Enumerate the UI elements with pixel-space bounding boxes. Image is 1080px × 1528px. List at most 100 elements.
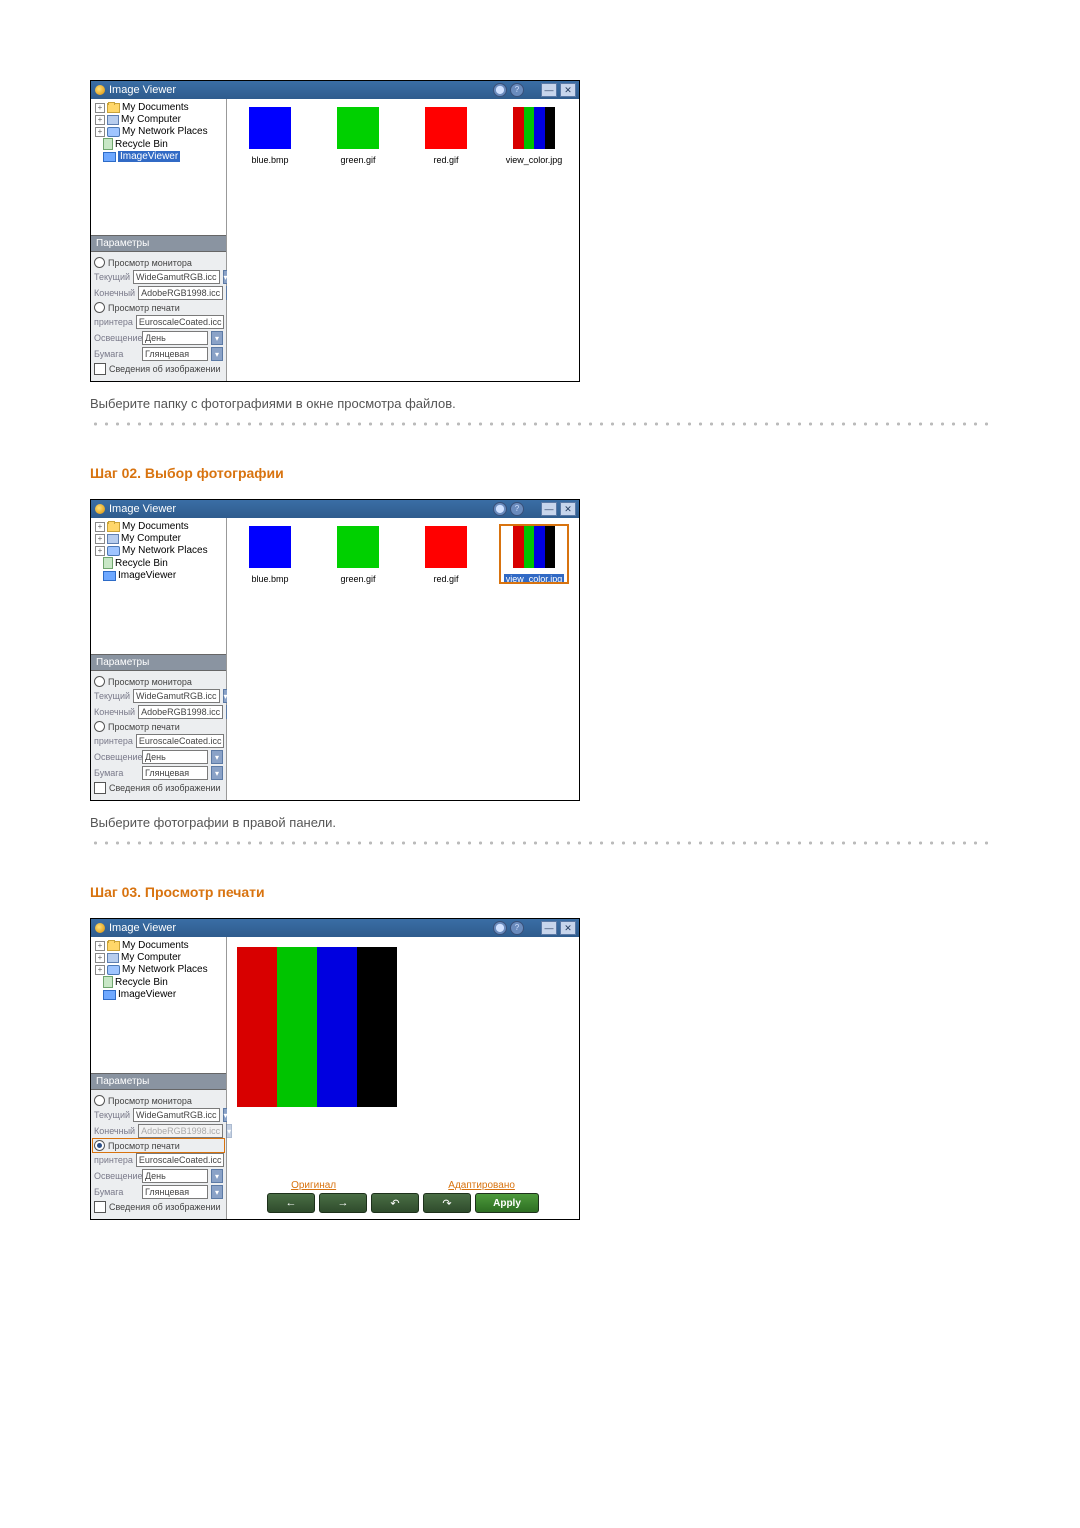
tree-item-label[interactable]: My Network Places (122, 545, 208, 556)
paper-select[interactable]: Глянцевая (142, 766, 208, 780)
monitor-radio[interactable] (94, 676, 105, 687)
expand-icon[interactable]: + (95, 965, 105, 975)
tree-item-label[interactable]: My Documents (122, 102, 189, 113)
info-icon[interactable]: ? (510, 83, 524, 97)
monitor-radio-label: Просмотр монитора (108, 677, 192, 687)
light-select[interactable]: День (142, 1169, 208, 1183)
expand-icon[interactable]: + (95, 953, 105, 963)
monitor-radio[interactable] (94, 1095, 105, 1106)
expand-icon[interactable]: + (95, 534, 105, 544)
print-radio[interactable] (94, 302, 105, 313)
monitor-radio[interactable] (94, 257, 105, 268)
close-button[interactable]: ✕ (560, 83, 576, 97)
thumbnail-blue[interactable]: blue.bmp (235, 524, 305, 584)
undo-button[interactable]: ↶ (371, 1193, 419, 1213)
chevron-down-icon[interactable]: ▾ (211, 766, 223, 780)
next-button[interactable]: → (319, 1193, 367, 1213)
expand-icon[interactable]: + (95, 522, 105, 532)
titlebar[interactable]: Image Viewer ⬤ ? — ✕ (91, 919, 579, 937)
light-select[interactable]: День (142, 331, 208, 345)
tree-item-label[interactable]: My Computer (121, 533, 181, 544)
image-viewer-window-2: Image Viewer ⬤ ? — ✕ + My Documents + My C… (90, 499, 580, 801)
folder-icon (107, 103, 120, 113)
print-radio-selected[interactable] (94, 1140, 105, 1151)
thumbnail-viewcolor[interactable]: view_color.jpg (499, 105, 569, 165)
apply-button[interactable]: Apply (475, 1193, 539, 1213)
current-profile-select[interactable]: WideGamutRGB.icc (133, 1108, 220, 1122)
printer-profile-select[interactable]: EuroscaleCoated.icc (136, 315, 225, 329)
tree-item-selected[interactable]: ImageViewer (118, 151, 180, 162)
titlebar[interactable]: Image Viewer ⬤ ? — ✕ (91, 500, 579, 518)
folder-tree[interactable]: + My Documents + My Computer + My Network P… (91, 937, 226, 1073)
chevron-down-icon[interactable]: ▾ (211, 1185, 223, 1199)
chevron-down-icon[interactable]: ▾ (211, 750, 223, 764)
final-profile-select[interactable]: AdobeRGB1998.icc (138, 705, 223, 719)
thumbnail-green[interactable]: green.gif (323, 524, 393, 584)
current-profile-select[interactable]: WideGamutRGB.icc (133, 689, 220, 703)
thumbnail-pane[interactable]: blue.bmp green.gif red.gif view_color.jp… (227, 99, 579, 381)
folder-tree[interactable]: + My Documents + My Computer + My Network P… (91, 99, 226, 235)
recycle-bin-icon (103, 976, 113, 988)
tree-item-label[interactable]: Recycle Bin (115, 139, 168, 150)
current-label: Текущий (94, 272, 130, 282)
window-title: Image Viewer (109, 922, 493, 934)
tree-item-label[interactable]: ImageViewer (118, 570, 176, 581)
paper-select[interactable]: Глянцевая (142, 347, 208, 361)
info-icon[interactable]: ? (510, 502, 524, 516)
help-icon[interactable]: ⬤ (493, 502, 507, 516)
image-info-checkbox[interactable] (94, 363, 106, 375)
image-info-label: Сведения об изображении (109, 783, 221, 793)
thumbnail-red[interactable]: red.gif (411, 524, 481, 584)
final-profile-select[interactable]: AdobeRGB1998.icc (138, 286, 223, 300)
step-02-caption: Выберите фотографии в правой панели. (90, 815, 990, 830)
chevron-down-icon[interactable]: ▾ (211, 347, 223, 361)
expand-icon[interactable]: + (95, 546, 105, 556)
step-02-title: Шаг 02. Выбор фотографии (90, 465, 990, 481)
expand-icon[interactable]: + (95, 941, 105, 951)
undo-icon: ↶ (390, 1197, 399, 1210)
expand-icon[interactable]: + (95, 103, 105, 113)
prev-button[interactable]: ← (267, 1193, 315, 1213)
tree-item-label[interactable]: My Computer (121, 952, 181, 963)
printer-profile-select[interactable]: EuroscaleCoated.icc (136, 734, 225, 748)
help-icon[interactable]: ⬤ (493, 83, 507, 97)
minimize-button[interactable]: — (541, 502, 557, 516)
tree-item-label[interactable]: My Documents (122, 940, 189, 951)
window-title: Image Viewer (109, 503, 493, 515)
printer-profile-select[interactable]: EuroscaleCoated.icc (136, 1153, 225, 1167)
minimize-button[interactable]: — (541, 83, 557, 97)
thumbnail-image (513, 526, 555, 568)
tree-item-label[interactable]: ImageViewer (118, 989, 176, 1000)
preview-pane: Оригинал Адаптировано ← → ↶ ↷ Apply (227, 937, 579, 1219)
tree-item-label[interactable]: Recycle Bin (115, 558, 168, 569)
tree-item-label[interactable]: My Documents (122, 521, 189, 532)
expand-icon[interactable]: + (95, 127, 105, 137)
tree-item-label[interactable]: My Network Places (122, 126, 208, 137)
print-radio[interactable] (94, 721, 105, 732)
tree-item-label[interactable]: My Network Places (122, 964, 208, 975)
info-icon[interactable]: ? (510, 921, 524, 935)
thumbnail-red[interactable]: red.gif (411, 105, 481, 165)
chevron-down-icon[interactable]: ▾ (211, 1169, 223, 1183)
thumbnail-viewcolor-selected[interactable]: view_color.jpg (499, 524, 569, 584)
image-info-checkbox[interactable] (94, 1201, 106, 1213)
minimize-button[interactable]: — (541, 921, 557, 935)
redo-button[interactable]: ↷ (423, 1193, 471, 1213)
current-profile-select[interactable]: WideGamutRGB.icc (133, 270, 220, 284)
titlebar[interactable]: Image Viewer ⬤ ? — ✕ (91, 81, 579, 99)
arrow-left-icon: ← (286, 1197, 297, 1209)
paper-select[interactable]: Глянцевая (142, 1185, 208, 1199)
image-info-checkbox[interactable] (94, 782, 106, 794)
tree-item-label[interactable]: My Computer (121, 114, 181, 125)
close-button[interactable]: ✕ (560, 502, 576, 516)
thumbnail-green[interactable]: green.gif (323, 105, 393, 165)
light-select[interactable]: День (142, 750, 208, 764)
help-icon[interactable]: ⬤ (493, 921, 507, 935)
close-button[interactable]: ✕ (560, 921, 576, 935)
chevron-down-icon[interactable]: ▾ (211, 331, 223, 345)
thumbnail-blue[interactable]: blue.bmp (235, 105, 305, 165)
expand-icon[interactable]: + (95, 115, 105, 125)
thumbnail-pane[interactable]: blue.bmp green.gif red.gif view_color.jp… (227, 518, 579, 800)
tree-item-label[interactable]: Recycle Bin (115, 977, 168, 988)
folder-tree[interactable]: + My Documents + My Computer + My Network P… (91, 518, 226, 654)
